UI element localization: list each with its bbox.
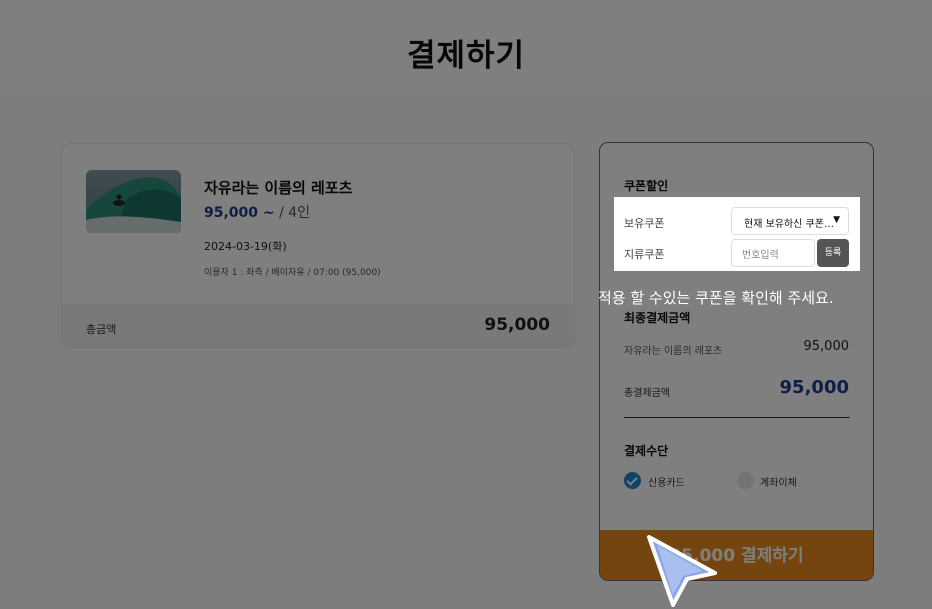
- page-header: 결제하기: [0, 0, 932, 94]
- total-value: 95,000: [484, 315, 550, 335]
- product-thumbnail: [86, 170, 181, 233]
- highlight-owned-coupon-value: 현재 보유하신 쿠폰…: [744, 219, 834, 230]
- product-price-row: 95,000 ~ / 4인: [204, 202, 310, 222]
- chevron-down-icon: ▼: [833, 215, 840, 225]
- highlight-register-button[interactable]: 등록: [817, 239, 849, 267]
- product-price: 95,000 ~: [204, 205, 275, 221]
- pointer-cursor-icon: [647, 535, 717, 607]
- bank-transfer-label[interactable]: 계좌이체: [760, 474, 797, 489]
- product-name: 자유라는 이름의 레포츠: [204, 179, 353, 197]
- surfing-photo: [86, 170, 181, 233]
- product-total-bar: 총금액 95,000: [62, 304, 574, 347]
- pay-button[interactable]: 95,000 결제하기: [600, 530, 873, 580]
- product-card: 자유라는 이름의 레포츠 95,000 ~ / 4인 2024-03-19(화)…: [61, 143, 575, 348]
- credit-card-radio[interactable]: [624, 472, 641, 489]
- divider: [624, 417, 850, 418]
- final-item-value: 95,000: [803, 339, 850, 354]
- coupon-highlight: 보유쿠폰 현재 보유하신 쿠폰… ▼ 지류쿠폰 번호입력 등록: [614, 197, 860, 271]
- final-item-label: 자유라는 이름의 레포츠: [624, 346, 723, 357]
- highlight-paper-coupon-label: 지류쿠폰: [624, 248, 665, 261]
- highlight-owned-coupon-select[interactable]: 현재 보유하신 쿠폰… ▼: [731, 207, 849, 235]
- payment-method-title: 결제수단: [624, 444, 669, 458]
- credit-card-label[interactable]: 신용카드: [648, 474, 685, 489]
- final-total-value: 95,000: [779, 377, 849, 398]
- page-title: 결제하기: [406, 38, 526, 74]
- product-option: 이용자 1 : 좌측 / 베이자유 / 07:00 (95,000): [204, 268, 381, 278]
- final-total-label: 총결제금액: [624, 388, 670, 399]
- coupon-title: 쿠폰할인: [624, 179, 669, 193]
- product-date: 2024-03-19(화): [204, 240, 287, 253]
- product-people: / 4인: [274, 205, 311, 221]
- total-label: 총금액: [86, 323, 117, 336]
- final-amount-title: 최종결제금액: [624, 311, 691, 325]
- highlight-owned-coupon-label: 보유쿠폰: [624, 217, 665, 230]
- coupon-hint-text: 적용 할 수있는 쿠폰을 확인해 주세요.: [598, 289, 834, 307]
- highlight-paper-coupon-input[interactable]: 번호입력: [731, 239, 815, 267]
- bank-transfer-radio[interactable]: [737, 472, 754, 489]
